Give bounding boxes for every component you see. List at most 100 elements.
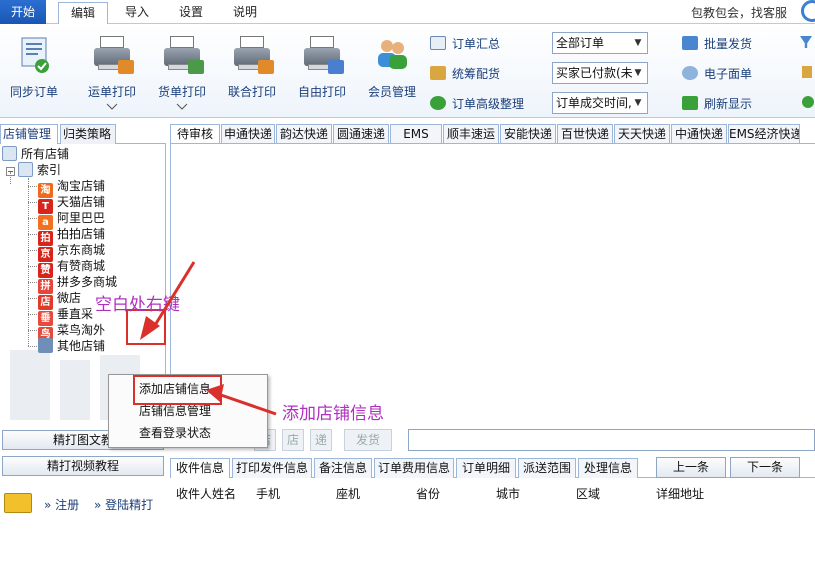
advanced-order-link[interactable]: 订单高级整理 [430,94,524,114]
tree-root-all-shops[interactable]: 所有店铺 [2,146,69,162]
chevron-down-icon[interactable] [106,102,118,112]
column-header[interactable]: 区域 [576,484,600,504]
ship-button[interactable]: 发货 [344,429,392,451]
tab-courier[interactable]: 天天快递 [614,124,670,143]
column-header[interactable]: 城市 [496,484,520,504]
column-header[interactable]: 收件人姓名 [176,484,236,504]
tab-detail[interactable]: 派送范围 [518,458,576,478]
annotation-add-shop: 添加店铺信息 [282,404,384,424]
tab-courier[interactable]: 圆通速递 [333,124,389,143]
tree-node-index[interactable]: − 索引 [6,162,61,178]
chevron-down-icon: ▼ [634,98,642,108]
payment-status-select[interactable]: 买家已付款(未 ▼ [552,62,648,84]
tab-courier[interactable]: 申通快递 [221,124,275,143]
organize-icon [430,96,446,110]
tab-detail[interactable]: 处理信息 [578,458,638,478]
register-link[interactable]: » 注册 [44,496,79,513]
tree-shop-item[interactable]: 拍拍拍店铺 [38,226,105,246]
sync-orders-label: 同步订单 [9,85,58,99]
tree-shop-item[interactable]: 店微店 [38,290,81,310]
tab-courier[interactable]: 百世快递 [557,124,613,143]
clipboard-icon [430,36,446,50]
tab-courier[interactable]: 顺丰速运 [443,124,499,143]
chevron-down-icon[interactable] [176,102,188,112]
tree-shop-item[interactable]: 赞有赞商城 [38,258,105,278]
help-logo-icon[interactable] [801,0,815,22]
tree-shop-item[interactable]: T 天猫店铺 [38,194,105,214]
tab-courier[interactable]: 安能快递 [500,124,556,143]
refresh-icon [682,96,698,110]
tab-courier[interactable]: 韵达快递 [276,124,332,143]
tab-courier[interactable]: EMS [390,124,442,143]
tab-detail[interactable]: 订单费用信息 [374,458,454,478]
member-management-label: 会员管理 [367,85,416,99]
free-printer-icon [304,34,344,78]
tree-shop-item[interactable]: 鸟菜鸟淘外 [38,322,105,342]
column-header[interactable]: 座机 [336,484,360,504]
tree-shop-item[interactable]: 京京东商城 [38,242,105,262]
tab-courier[interactable]: 待审核 [170,124,220,143]
combined-print-label: 联合打印 [227,85,276,99]
menu-bar: 开始 编辑 导入 设置 说明 包教包会，找客服 [0,0,815,25]
waybill-printer-icon [94,34,134,78]
login-link[interactable]: » 登陆精打 [94,496,153,513]
tab-courier[interactable]: 中通快递 [671,124,727,143]
next-record-button[interactable]: 下一条 [730,457,800,478]
ghost-button-3[interactable]: 递 [310,429,332,451]
tools-icon [430,66,446,80]
menu-tab-edit[interactable]: 编辑 [58,2,108,25]
refresh-display-link[interactable]: 刷新显示 [682,94,752,114]
waybill-print-label: 运单打印 [87,85,136,99]
filter-input[interactable] [408,429,815,451]
member-management-button[interactable]: 会员管理 [360,30,424,116]
tab-category-strategy[interactable]: 归类策略 [60,124,116,144]
menu-tab-import[interactable]: 导入 [112,2,162,24]
tab-detail[interactable]: 备注信息 [314,458,372,478]
waybill-print-button[interactable]: 运单打印 [80,30,144,116]
menu-start[interactable]: 开始 [0,0,46,24]
menu-tab-settings[interactable]: 设置 [166,2,216,24]
tree-shop-item[interactable]: 淘淘宝店铺 [38,178,105,198]
column-header[interactable]: 手机 [256,484,280,504]
tab-detail[interactable]: 订单明细 [456,458,516,478]
sort-order-select[interactable]: 订单成交时间, ▼ [552,92,648,114]
combined-print-button[interactable]: 联合打印 [220,30,284,116]
tab-detail[interactable]: 收件信息 [170,458,230,478]
free-print-button[interactable]: 自由打印 [290,30,354,116]
members-icon [378,40,407,69]
filter-icon[interactable] [800,36,812,48]
electronic-waybill-link[interactable]: 电子面单 [682,64,752,84]
recipient-table-header: 收件人姓名 手机 座机 省份 城市 区域 详细地址 [170,484,815,504]
goods-print-button[interactable]: 货单打印 [150,30,214,116]
tree-shop-item[interactable]: 垂垂直采 [38,306,93,326]
prev-record-button[interactable]: 上一条 [656,457,726,478]
folder-icon [18,162,33,177]
tree-shop-item[interactable]: a 阿里巴巴 [38,210,105,230]
sync-orders-button[interactable]: 同步订单 [2,30,66,116]
video-tutorial-button[interactable]: 精打视频教程 [2,456,164,476]
cloud-icon [682,66,698,80]
tab-detail[interactable]: 打印发件信息 [232,458,312,478]
allocation-link[interactable]: 统筹配货 [430,64,500,84]
combined-printer-icon [234,34,274,78]
goods-printer-icon [164,34,204,78]
customer-service-link[interactable]: 包教包会，找客服 [691,4,787,21]
edit-icon[interactable] [802,66,812,78]
menu-item-login-status[interactable]: 查看登录状态 [139,423,211,443]
globe-icon[interactable] [802,96,814,108]
order-summary-link[interactable]: 订单汇总 [430,34,500,54]
menu-tab-help[interactable]: 说明 [220,2,270,24]
order-status-select[interactable]: 全部订单 ▼ [552,32,648,54]
tree-shop-item[interactable]: 拼拼多多商城 [38,274,117,294]
column-header[interactable]: 省份 [416,484,440,504]
batch-ship-link[interactable]: 批量发货 [682,34,752,54]
column-header[interactable]: 详细地址 [656,484,704,504]
tab-shop-management[interactable]: 店铺管理 [0,124,58,144]
ghost-button-2[interactable]: 店 [282,429,304,451]
left-panel-tabs: 店铺管理 归类策略 [0,124,166,144]
goods-print-label: 货单打印 [157,85,206,99]
free-print-label: 自由打印 [297,85,346,99]
computer-icon [2,146,17,161]
batch-ship-icon [682,36,698,50]
tab-courier[interactable]: EMS经济快递 [728,124,800,143]
